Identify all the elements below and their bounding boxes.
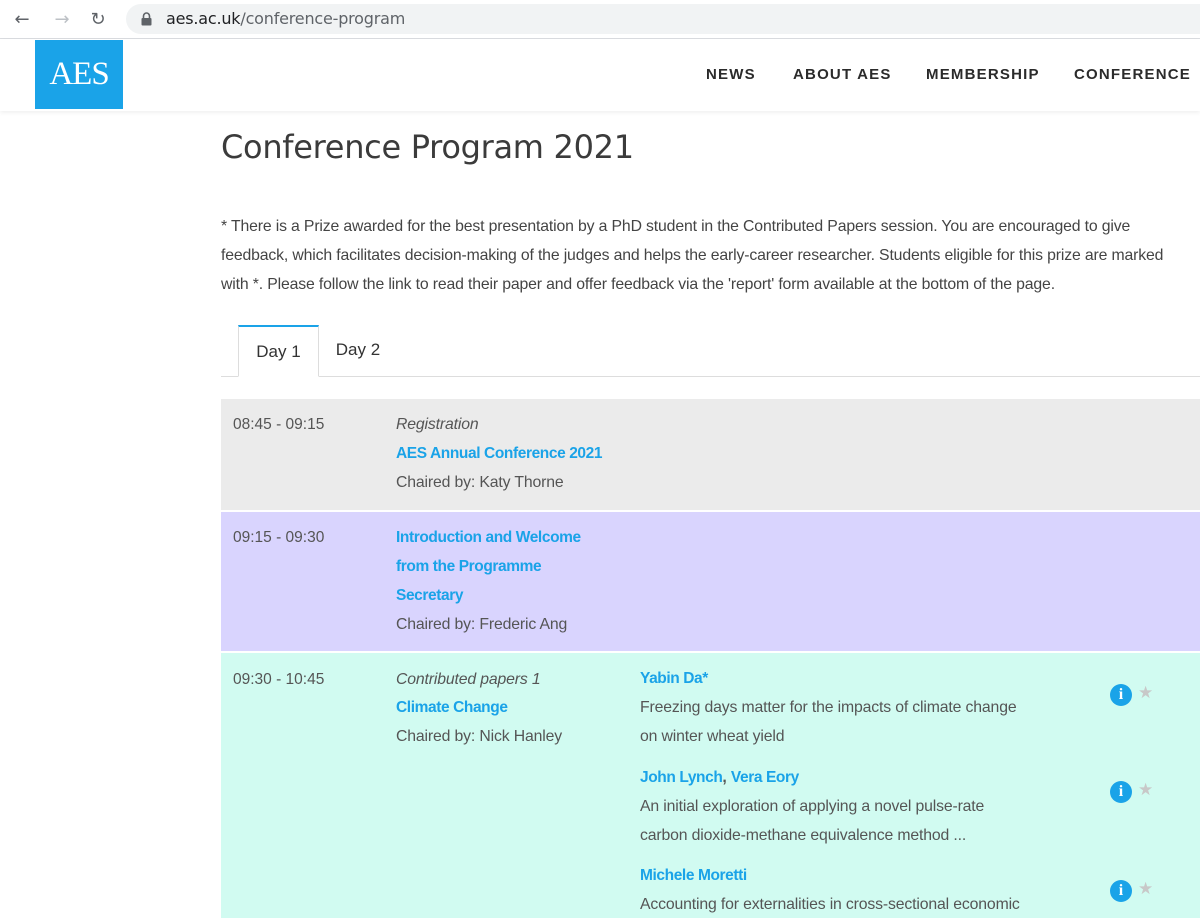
session-contributed-papers-1: 09:30 - 10:45 Contributed papers 1 Clima… bbox=[221, 653, 1200, 918]
paper-authors: John Lynch, Vera Eory bbox=[640, 769, 799, 787]
paper-author-link[interactable]: John Lynch bbox=[640, 769, 723, 786]
site-header: AES NEWS ABOUT AES MEMBERSHIP CONFERENCE bbox=[0, 39, 1200, 111]
paper-title: An initial exploration of applying a nov… bbox=[640, 798, 985, 815]
session-chair: Chaired by: Frederic Ang bbox=[396, 616, 568, 633]
intro-line: with *. Please follow the link to read t… bbox=[221, 276, 1055, 293]
nav-news[interactable]: NEWS bbox=[706, 66, 756, 83]
session-title-link[interactable]: from the Programme bbox=[396, 558, 542, 576]
session-chair: Chaired by: Nick Hanley bbox=[396, 728, 562, 745]
url-domain: aes.ac.uk bbox=[166, 9, 241, 28]
tab-day-1[interactable]: Day 1 bbox=[238, 325, 319, 377]
forward-arrow-icon[interactable]: → bbox=[48, 5, 76, 33]
info-icon[interactable]: i bbox=[1110, 781, 1132, 803]
paper-title: carbon dioxide-methane equivalence metho… bbox=[640, 827, 967, 844]
nav-membership[interactable]: MEMBERSHIP bbox=[926, 66, 1040, 83]
url-path: /conference-program bbox=[240, 9, 406, 28]
lock-icon bbox=[141, 12, 152, 26]
url-text: aes.ac.uk/conference-program bbox=[166, 9, 405, 28]
info-icon[interactable]: i bbox=[1110, 880, 1132, 902]
session-category: Registration bbox=[396, 416, 479, 433]
paper-title: Freezing days matter for the impacts of … bbox=[640, 699, 1017, 716]
reload-icon[interactable]: ↻ bbox=[84, 5, 112, 33]
session-time: 08:45 - 09:15 bbox=[233, 416, 325, 433]
paper-author-link[interactable]: Yabin Da* bbox=[640, 670, 708, 688]
intro-line: feedback, which facilitates decision-mak… bbox=[221, 247, 1164, 264]
day-tabs: Day 1 Day 2 bbox=[221, 325, 1200, 377]
main-nav: NEWS ABOUT AES MEMBERSHIP CONFERENCE bbox=[0, 66, 1200, 86]
page-title: Conference Program 2021 bbox=[221, 128, 634, 166]
star-icon[interactable]: ★ bbox=[1138, 780, 1153, 800]
session-registration: 08:45 - 09:15 Registration AES Annual Co… bbox=[221, 399, 1200, 510]
info-icon[interactable]: i bbox=[1110, 684, 1132, 706]
browser-toolbar: ← → ↻ aes.ac.uk/conference-program bbox=[0, 0, 1200, 39]
session-category: Contributed papers 1 bbox=[396, 671, 541, 688]
paper-title: Accounting for externalities in cross-se… bbox=[640, 896, 1020, 913]
tab-day-2[interactable]: Day 2 bbox=[325, 325, 391, 375]
session-time: 09:30 - 10:45 bbox=[233, 671, 325, 688]
star-icon[interactable]: ★ bbox=[1138, 683, 1153, 703]
paper-author-link[interactable]: Michele Moretti bbox=[640, 867, 747, 885]
nav-about-aes[interactable]: ABOUT AES bbox=[793, 66, 892, 83]
intro-line: * There is a Prize awarded for the best … bbox=[221, 218, 1131, 235]
back-arrow-icon[interactable]: ← bbox=[8, 5, 36, 33]
star-icon[interactable]: ★ bbox=[1138, 879, 1153, 899]
session-title-link[interactable]: Introduction and Welcome bbox=[396, 529, 581, 547]
intro-text: * There is a Prize awarded for the best … bbox=[221, 212, 1200, 299]
paper-author-link[interactable]: Vera Eory bbox=[731, 769, 799, 786]
session-title-link[interactable]: Secretary bbox=[396, 587, 463, 605]
nav-conference[interactable]: CONFERENCE bbox=[1074, 66, 1191, 83]
address-bar[interactable]: aes.ac.uk/conference-program bbox=[126, 4, 1200, 34]
paper-title: on winter wheat yield bbox=[640, 728, 785, 745]
session-time: 09:15 - 09:30 bbox=[233, 529, 325, 546]
author-separator: , bbox=[722, 769, 731, 786]
session-introduction: 09:15 - 09:30 Introduction and Welcome f… bbox=[221, 512, 1200, 651]
session-title-link[interactable]: Climate Change bbox=[396, 699, 508, 717]
session-chair: Chaired by: Katy Thorne bbox=[396, 474, 564, 491]
session-title-link[interactable]: AES Annual Conference 2021 bbox=[396, 445, 602, 463]
